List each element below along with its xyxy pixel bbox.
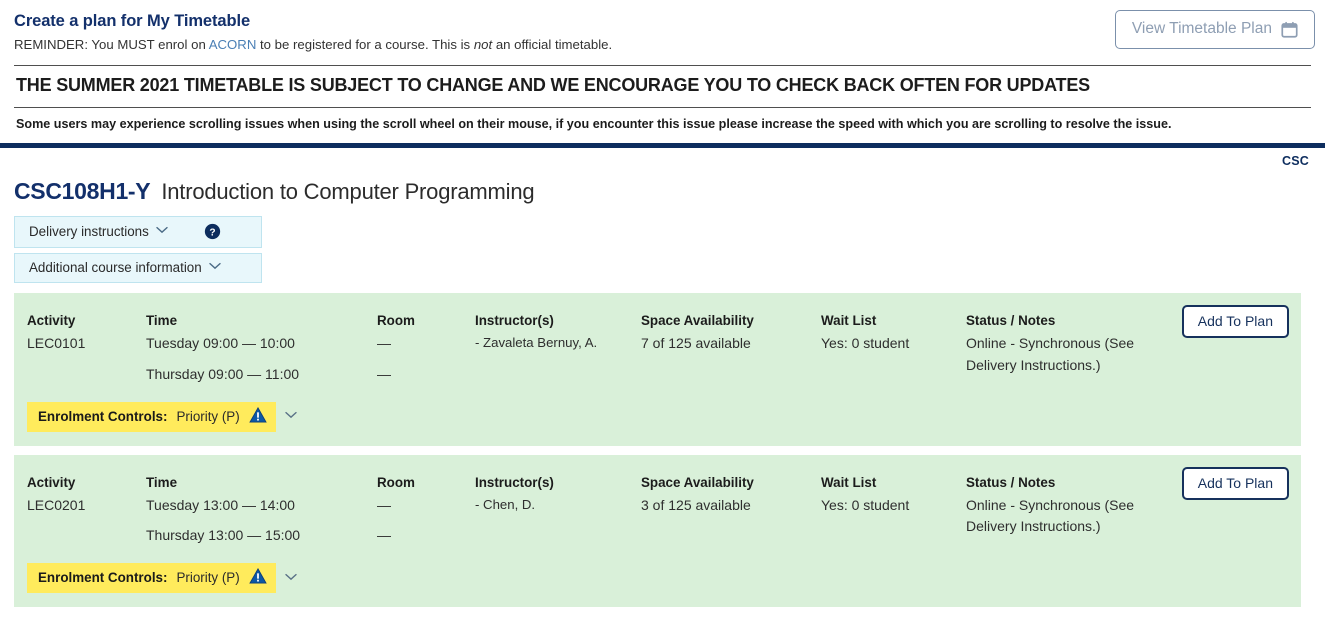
add-to-plan-button[interactable]: Add To Plan [1181,466,1289,500]
column-instructor: Instructor(s) - Zavaleta Bernuy, A. [475,313,641,354]
instructor-value: - Chen, D. [475,496,536,512]
header-left: Create a plan for My Timetable REMINDER:… [14,8,612,53]
notice-minor: Some users may experience scrolling issu… [16,116,1172,131]
column-header-activity: Activity [27,313,76,329]
column-header-room: Room [377,313,415,329]
enrolment-controls-value: Priority (P) [176,570,240,586]
room-values: — — [377,333,469,385]
add-to-plan-button[interactable]: Add To Plan [1181,305,1289,339]
section-row: Add To Plan Activity LEC0201 Time Tuesda… [14,454,1301,608]
space-availability-value: 7 of 125 available [641,335,751,352]
notice-major: THE SUMMER 2021 TIMETABLE IS SUBJECT TO … [16,74,1090,95]
column-activity: Activity LEC0101 [27,313,146,355]
status-notes-value: Online - Synchronous (See Delivery Instr… [966,495,1165,538]
room-line: — [377,366,391,383]
room-line: — [377,527,391,544]
reminder-suffix: an official timetable. [492,37,613,53]
status-line: Online - Synchronous (See [966,496,1135,513]
column-time: Time Tuesday 09:00 — 10:00 Thursday 09:0… [146,313,377,385]
wait-list-value: Yes: 0 student [821,496,910,513]
course-name: Introduction to Computer Programming [161,179,535,205]
chevron-down-icon[interactable] [284,573,297,584]
column-header-activity: Activity [27,474,76,490]
column-room: Room — — [377,313,475,385]
column-space-availability: Space Availability 7 of 125 available [641,313,821,355]
column-wait-list: Wait List Yes: 0 student [821,475,966,517]
column-instructor: Instructor(s) - Chen, D. [475,475,641,516]
room-line: — [377,496,391,513]
time-line: Thursday 13:00 — 15:00 [146,527,301,544]
accordion-additional-course-information-label: Additional course information [29,260,202,276]
column-header-space-availability: Space Availability [641,474,754,490]
time-line: Tuesday 09:00 — 10:00 [146,335,295,352]
acorn-link[interactable]: ACORN [209,37,257,52]
course-accordions: Delivery instructions ? Additional cours… [0,205,1315,284]
view-timetable-plan-button[interactable]: View Timetable Plan [1114,10,1315,49]
calendar-icon [1281,21,1298,38]
warning-triangle-icon [248,406,267,426]
svg-text:?: ? [209,228,215,239]
column-status-notes: Status / Notes Online - Synchronous (See… [966,475,1171,538]
time-line: Tuesday 13:00 — 14:00 [146,496,295,513]
column-header-wait-list: Wait List [821,313,877,329]
enrolment-controls-badge[interactable]: Enrolment Controls: Priority (P) [27,563,276,594]
column-header-space-availability: Space Availability [641,313,754,329]
chevron-down-icon[interactable] [284,411,297,422]
column-header-time: Time [146,474,178,490]
time-line: Thursday 09:00 — 11:00 [146,366,300,383]
wait-list-value: Yes: 0 student [821,335,910,352]
enrolment-controls-row: Enrolment Controls: Priority (P) [14,401,1301,432]
help-circle-icon[interactable]: ? [204,223,221,240]
activity-value: LEC0201 [27,496,86,513]
chevron-down-icon [156,226,168,237]
accordion-delivery-instructions[interactable]: Delivery instructions ? [14,216,262,249]
course-section: CSC CSC108H1-Y Introduction to Computer … [0,148,1325,608]
column-activity: Activity LEC0201 [27,475,146,517]
enrolment-controls-label: Enrolment Controls: [38,408,168,424]
column-header-status-notes: Status / Notes [966,474,1056,490]
section-list: Add To Plan Activity LEC0101 Time Tuesda… [0,288,1315,608]
section-row: Add To Plan Activity LEC0101 Time Tuesda… [14,293,1301,446]
column-header-time: Time [146,313,178,329]
enrolment-controls-label: Enrolment Controls: [38,570,168,586]
time-values: Tuesday 09:00 — 10:00 Thursday 09:00 — 1… [146,333,371,385]
room-line: — [377,335,391,352]
column-header-room: Room [377,474,415,490]
column-header-wait-list: Wait List [821,474,877,490]
page-header: Create a plan for My Timetable REMINDER:… [0,0,1325,149]
course-heading: CSC108H1-Y Introduction to Computer Prog… [0,148,1315,205]
column-room: Room — — [377,475,475,547]
enrolment-controls-badge[interactable]: Enrolment Controls: Priority (P) [27,401,276,432]
status-line: Online - Synchronous (See [966,335,1135,352]
enrolment-controls-value: Priority (P) [176,408,240,424]
column-space-availability: Space Availability 3 of 125 available [641,475,821,517]
accordion-additional-course-information[interactable]: Additional course information [14,253,262,284]
space-availability-value: 3 of 125 available [641,496,751,513]
column-header-instructor: Instructor(s) [475,474,554,490]
column-status-notes: Status / Notes Online - Synchronous (See… [966,313,1171,376]
column-header-status-notes: Status / Notes [966,313,1056,329]
view-timetable-plan-label: View Timetable Plan [1131,20,1272,37]
reminder-mid: to be registered for a course. This is [256,37,474,53]
course-code: CSC108H1-Y [14,178,151,205]
reminder-prefix: REMINDER: You MUST enrol on [14,37,209,53]
column-wait-list: Wait List Yes: 0 student [821,313,966,355]
warning-triangle-icon [248,568,267,587]
status-notes-value: Online - Synchronous (See Delivery Instr… [966,333,1165,376]
enrolment-controls-row: Enrolment Controls: Priority (P) [14,563,1301,594]
page-title: Create a plan for My Timetable [14,12,251,30]
column-header-instructor: Instructor(s) [475,313,554,329]
chevron-down-icon [208,262,221,273]
instructor-value: - Zavaleta Bernuy, A. [475,335,598,351]
reminder-emphasis: not [473,37,493,53]
time-values: Tuesday 13:00 — 14:00 Thursday 13:00 — 1… [146,495,371,547]
status-line: Delivery Instructions.) [966,357,1101,374]
accordion-delivery-instructions-label: Delivery instructions [29,224,149,240]
reminder-text: REMINDER: You MUST enrol on ACORN to be … [14,37,612,53]
room-values: — — [377,495,469,547]
column-time: Time Tuesday 13:00 — 14:00 Thursday 13:0… [146,475,377,547]
department-tag: CSC [1282,154,1309,169]
status-line: Delivery Instructions.) [966,518,1101,535]
activity-value: LEC0101 [27,335,86,352]
